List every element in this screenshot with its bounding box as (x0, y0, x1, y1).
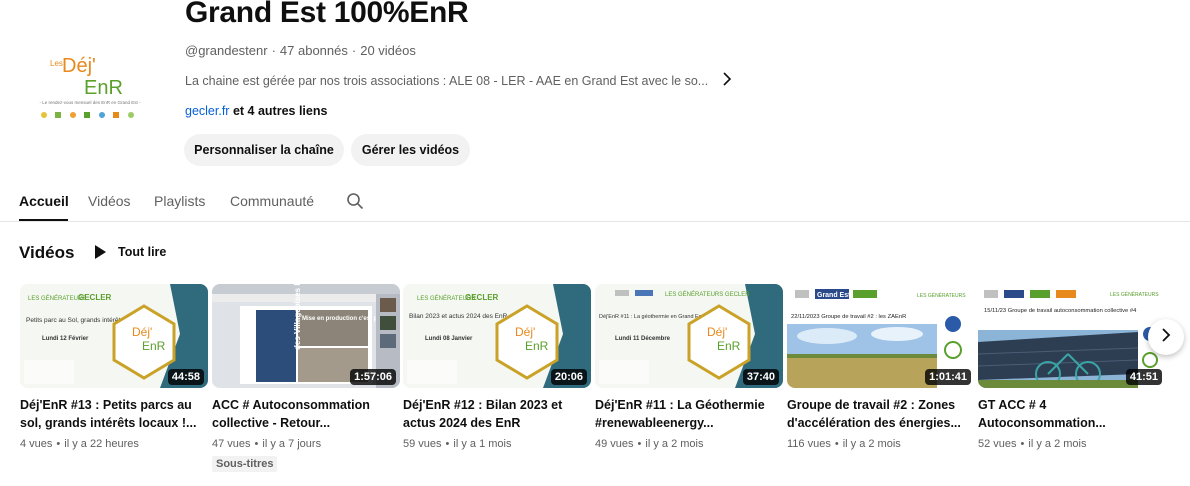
video-duration: 44:58 (167, 369, 204, 385)
play-icon (95, 245, 106, 259)
video-title[interactable]: Déj'EnR #12 : Bilan 2023 et actus 2024 d… (403, 397, 591, 432)
thumb-headline: 22/11/2023 Groupe de travail #2 : les ZA… (791, 314, 906, 320)
video-duration: 1:57:06 (350, 369, 396, 385)
video-duration: 1:01:41 (925, 369, 971, 385)
thumb-logo: Déj' (707, 325, 727, 339)
svg-text:GECLER: GECLER (78, 293, 112, 302)
search-icon[interactable] (346, 192, 364, 215)
svg-text:Les: Les (50, 59, 63, 68)
tab-playlists[interactable]: Playlists (154, 193, 205, 209)
manage-videos-button[interactable]: Gérer les vidéos (351, 134, 470, 166)
video-card[interactable]: LES GÉNÉRATEURS GECLER Petits parc au So… (20, 284, 208, 450)
video-meta: 47 vues • il y a 7 jours (212, 438, 322, 450)
video-meta: 59 vues • il y a 1 mois (403, 438, 512, 450)
tab-communaute[interactable]: Communauté (230, 193, 314, 209)
video-thumbnail[interactable]: LES GÉNÉRATEURS GECLER Déj'EnR #11 : La … (595, 284, 783, 388)
dejenr-logo: Les Déj' EnR - Le rendez-vous mensuel de… (39, 55, 141, 118)
play-all-label: Tout lire (118, 245, 167, 259)
video-thumbnail[interactable]: LES GÉNÉRATEURS GECLER Petits parc au So… (20, 284, 208, 388)
video-title[interactable]: Groupe de travail #2 : Zones d'accélérat… (787, 397, 975, 432)
view-count: 59 vues (403, 438, 442, 450)
view-count: 47 vues (212, 438, 251, 450)
channel-handle: @grandestenr (185, 43, 268, 58)
channel-tabs: Accueil Vidéos Playlists Communauté (0, 184, 1190, 222)
carousel-next-button[interactable] (1148, 319, 1184, 355)
channel-meta: @grandestenr · 47 abonnés · 20 vidéos (185, 43, 416, 58)
upload-age: il y a 7 jours (262, 438, 322, 450)
customize-channel-button[interactable]: Personnaliser la chaîne (184, 134, 344, 166)
channel-name: Grand Est 100%ÉnR (185, 0, 469, 29)
svg-text:LES GÉNÉRATEURS: LES GÉNÉRATEURS (1110, 291, 1159, 298)
video-title[interactable]: Déj'EnR #13 : Petits parcs au sol, grand… (20, 397, 208, 432)
thumb-headline: Bilan 2023 et actus 2024 des EnR (409, 313, 508, 320)
video-title[interactable]: ACC # Autoconsommation collective - Reto… (212, 397, 400, 432)
video-card[interactable]: des Villageoises Ecoze en Piémont Mise e… (212, 284, 400, 472)
video-meta: 49 vues • il y a 2 mois (595, 438, 704, 450)
video-thumbnail[interactable]: des Villageoises Ecoze en Piémont Mise e… (212, 284, 400, 388)
video-card[interactable]: LES GÉNÉRATEURS 15/11/23 Groupe de trava… (978, 284, 1166, 450)
thumb-headline: Déj'EnR #11 : La géothermie en Grand Est (599, 314, 703, 320)
view-count: 52 vues (978, 438, 1017, 450)
thumb-logo-2: EnR (525, 339, 549, 353)
video-title[interactable]: Déj'EnR #11 : La Géothermie #renewableen… (595, 397, 783, 432)
svg-text:LES GÉNÉRATEURS: LES GÉNÉRATEURS (917, 292, 966, 299)
view-count: 4 vues (20, 438, 53, 450)
other-links[interactable]: et 4 autres liens (233, 104, 328, 118)
video-count: 20 vidéos (360, 43, 416, 58)
svg-text:Déj': Déj' (62, 55, 96, 77)
upload-age: il y a 22 heures (64, 438, 139, 450)
thumb-date: Lundi 11 Décembre (615, 336, 671, 342)
video-meta: 116 vues • il y a 2 mois (787, 438, 901, 450)
thumb-date: Lundi 08 Janvier (425, 336, 473, 342)
thumb-date: Lundi 12 Février (42, 336, 89, 342)
video-thumbnail[interactable]: LES GÉNÉRATEURS GECLER Bilan 2023 et act… (403, 284, 591, 388)
thumb-headline: 15/11/23 Groupe de travail autoconsommat… (984, 308, 1137, 314)
video-duration: 37:40 (742, 369, 779, 385)
thumb-logo: Déj' (515, 325, 535, 339)
video-duration: 20:06 (550, 369, 587, 385)
subtitles-badge: Sous-titres (212, 456, 278, 472)
video-meta: 52 vues • il y a 2 mois (978, 438, 1087, 450)
video-card[interactable]: Grand Est LES GÉNÉRATEURS 22/11/2023 Gro… (787, 284, 975, 450)
tab-accueil[interactable]: Accueil (19, 193, 69, 209)
channel-link[interactable]: gecler.fr (185, 104, 229, 118)
video-thumbnail[interactable]: Grand Est LES GÉNÉRATEURS 22/11/2023 Gro… (787, 284, 975, 388)
channel-avatar[interactable]: Les Déj' EnR - Le rendez-vous mensuel de… (20, 34, 160, 134)
thumb-logo: Déj' (132, 325, 152, 339)
svg-text:- Le rendez-vous mensuel des E: - Le rendez-vous mensuel des EnR en Gran… (39, 100, 141, 105)
description-text: La chaine est gérée par nos trois associ… (185, 73, 709, 88)
video-card[interactable]: LES GÉNÉRATEURS GECLER Déj'EnR #11 : La … (595, 284, 783, 450)
thumb-brand: Grand Est (817, 292, 851, 299)
chevron-right-icon (1160, 327, 1172, 347)
tab-videos[interactable]: Vidéos (88, 193, 131, 209)
video-thumbnail[interactable]: LES GÉNÉRATEURS 15/11/23 Groupe de trava… (978, 284, 1166, 388)
thumb-side-text: des Villageoises Ecoze en Piémont (293, 284, 302, 350)
video-meta: 4 vues • il y a 22 heures (20, 438, 139, 450)
play-all-button[interactable]: Tout lire (95, 245, 166, 259)
channel-description[interactable]: La chaine est gérée par nos trois associ… (185, 72, 732, 89)
thumb-logo-2: EnR (142, 339, 166, 353)
video-duration: 41:51 (1125, 369, 1162, 385)
upload-age: il y a 2 mois (645, 438, 704, 450)
thumb-logo-2: EnR (717, 339, 741, 353)
svg-text:GECLER: GECLER (465, 293, 499, 302)
subscriber-count: 47 abonnés (279, 43, 348, 58)
channel-links: gecler.fr et 4 autres liens (185, 104, 327, 118)
upload-age: il y a 1 mois (453, 438, 512, 450)
section-title: Vidéos (19, 243, 75, 262)
view-count: 116 vues (787, 438, 831, 450)
active-tab-indicator (19, 219, 68, 221)
chevron-right-icon[interactable] (722, 72, 732, 89)
view-count: 49 vues (595, 438, 634, 450)
video-card[interactable]: LES GÉNÉRATEURS GECLER Bilan 2023 et act… (403, 284, 591, 450)
upload-age: il y a 2 mois (842, 438, 901, 450)
svg-text:LES GÉNÉRATEURS GECLER: LES GÉNÉRATEURS GECLER (665, 291, 750, 298)
upload-age: il y a 2 mois (1028, 438, 1087, 450)
video-title[interactable]: GT ACC # 4 Autoconsommation... (978, 397, 1166, 432)
svg-text:EnR: EnR (84, 77, 123, 99)
